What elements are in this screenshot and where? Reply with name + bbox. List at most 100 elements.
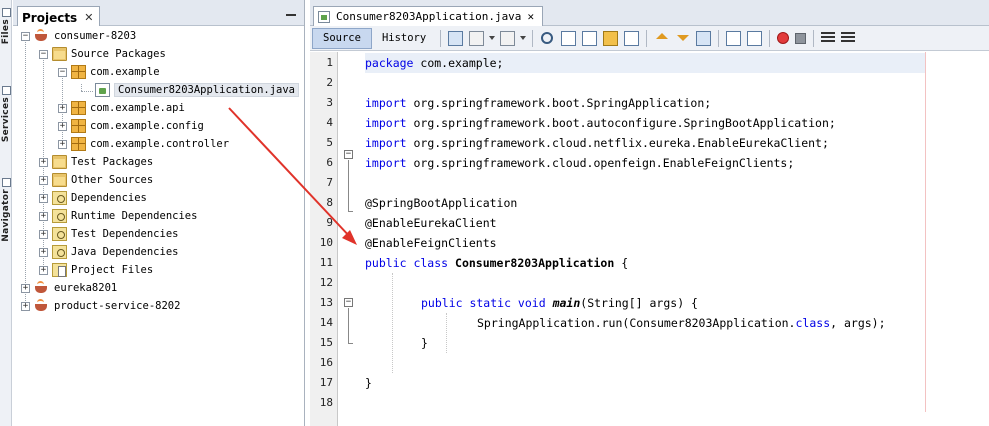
code-line-8[interactable]: @SpringBootApplication <box>365 193 517 213</box>
tree-item-source-packages[interactable]: − Source Packages <box>39 45 166 63</box>
dependencies-icon <box>52 227 67 241</box>
indent-guide <box>392 273 393 373</box>
tree-item-dependencies[interactable]: + Dependencies <box>39 189 147 207</box>
code-line-4[interactable]: import org.springframework.boot.autoconf… <box>365 113 836 133</box>
files-tab[interactable]: Files <box>0 8 12 44</box>
record-macro-icon[interactable] <box>777 32 790 44</box>
projects-tab[interactable]: Projects ✕ <box>17 6 101 26</box>
tree-item-java-dependencies[interactable]: + Java Dependencies <box>39 243 178 261</box>
minimize-icon[interactable] <box>286 14 296 16</box>
expand-icon[interactable]: + <box>58 103 67 113</box>
java-file-icon <box>318 10 330 23</box>
stop-macro-icon[interactable] <box>795 32 807 44</box>
expand-icon[interactable]: + <box>39 193 48 203</box>
tree-item-runtime-dependencies[interactable]: + Runtime Dependencies <box>39 207 197 225</box>
shift-right-icon[interactable] <box>747 30 763 46</box>
editor-pane: Consumer8203Application.java ✕ Source Hi… <box>310 0 989 426</box>
next-bookmark-icon[interactable] <box>675 31 690 46</box>
code-line-14[interactable]: SpringApplication.run(Consumer8203Applic… <box>477 313 886 333</box>
navigator-tab[interactable]: Navigator <box>0 178 12 242</box>
expand-icon[interactable]: + <box>39 157 48 167</box>
last-edit-icon[interactable] <box>448 30 464 46</box>
right-margin-line <box>925 52 926 412</box>
class-name: Consumer8203Application <box>455 256 615 270</box>
collapse-icon[interactable]: − <box>21 31 30 41</box>
line-number: 13 <box>319 296 333 309</box>
code-text: (String[] args) { <box>580 296 698 310</box>
toggle-rect-selection-icon[interactable] <box>624 30 640 46</box>
expand-icon[interactable]: + <box>58 139 67 149</box>
find-icon[interactable] <box>540 31 555 46</box>
tree-item-eureka8201[interactable]: + eureka8201 <box>21 279 117 297</box>
line-number: 12 <box>319 276 333 289</box>
services-icon <box>1 86 11 95</box>
tree-item-consumer-8203[interactable]: − consumer-8203 <box>21 27 136 45</box>
expand-icon[interactable]: + <box>39 265 48 275</box>
expand-icon[interactable]: + <box>39 211 48 221</box>
code-line-10[interactable]: @EnableFeignClients <box>365 233 497 253</box>
services-tab[interactable]: Services <box>0 86 12 142</box>
expand-icon[interactable]: + <box>39 175 48 185</box>
tree-item-label: Test Dependencies <box>71 228 179 240</box>
toggle-bookmark-icon[interactable] <box>696 30 712 46</box>
dependencies-icon <box>52 245 67 259</box>
code-line-5[interactable]: import org.springframework.cloud.netflix… <box>365 133 829 153</box>
uncomment-icon[interactable] <box>841 32 856 44</box>
expand-icon[interactable]: + <box>21 283 30 293</box>
forward-icon[interactable] <box>500 30 516 46</box>
find-next-icon[interactable] <box>582 30 598 46</box>
tree-item-com-example-controller[interactable]: + com.example.controller <box>58 135 229 153</box>
code-line-17[interactable]: } <box>365 373 372 393</box>
code-line-6[interactable]: import org.springframework.cloud.openfei… <box>365 153 794 173</box>
code-line-11[interactable]: public class Consumer8203Application { <box>365 253 628 273</box>
expand-icon[interactable]: + <box>58 121 67 131</box>
java-file-icon <box>95 83 110 97</box>
highlight-icon[interactable] <box>603 30 619 46</box>
history-button[interactable]: History <box>372 28 436 49</box>
code-line-9[interactable]: @EnableEurekaClient <box>365 213 497 233</box>
files-tab-label: Files <box>1 19 11 45</box>
back-icon[interactable] <box>469 30 485 46</box>
tree-item-other-sources[interactable]: + Other Sources <box>39 171 153 189</box>
close-icon[interactable]: ✕ <box>84 11 93 24</box>
editor-tabs: Consumer8203Application.java ✕ <box>310 0 989 26</box>
collapse-icon[interactable]: − <box>39 49 48 59</box>
tree-item-test-packages[interactable]: + Test Packages <box>39 153 153 171</box>
line-number: 7 <box>326 176 333 189</box>
line-number: 3 <box>326 96 333 109</box>
expand-icon[interactable]: + <box>39 247 48 257</box>
services-tab-label: Services <box>1 97 11 143</box>
code-line-3[interactable]: import org.springframework.boot.SpringAp… <box>365 93 711 113</box>
find-previous-icon[interactable] <box>561 30 577 46</box>
tree-item-label: eureka8201 <box>54 282 118 294</box>
code-line-15[interactable]: } <box>421 333 428 353</box>
tree-item-project-files[interactable]: + Project Files <box>39 261 153 279</box>
fold-line <box>348 211 353 212</box>
tab-consumer8203application-java[interactable]: Consumer8203Application.java ✕ <box>313 6 544 26</box>
chevron-down-icon[interactable] <box>489 36 496 40</box>
fold-collapse-icon[interactable]: − <box>344 150 353 159</box>
chevron-down-icon[interactable] <box>520 36 527 40</box>
close-icon[interactable]: ✕ <box>527 10 534 23</box>
maven-project-icon <box>34 29 50 43</box>
shift-left-icon[interactable] <box>726 30 742 46</box>
collapse-icon[interactable]: − <box>58 67 67 77</box>
tree-item-com-example-api[interactable]: + com.example.api <box>58 99 185 117</box>
previous-bookmark-icon[interactable] <box>654 31 669 46</box>
fold-collapse-icon[interactable]: − <box>344 298 353 307</box>
expand-icon[interactable]: + <box>21 301 30 311</box>
line-number: 6 <box>326 156 333 169</box>
tree-item-product-service-8202[interactable]: + product-service-8202 <box>21 297 180 315</box>
fold-line <box>348 160 349 211</box>
comment-icon[interactable] <box>821 32 836 44</box>
tree-item-test-dependencies[interactable]: + Test Dependencies <box>39 225 178 243</box>
expand-icon[interactable]: + <box>39 229 48 239</box>
keyword: import <box>365 96 407 110</box>
tree-item-com-example-config[interactable]: + com.example.config <box>58 117 204 135</box>
code-line-1[interactable]: package com.example; <box>365 53 925 73</box>
code-line-13[interactable]: public static void main(String[] args) { <box>421 293 698 313</box>
source-button[interactable]: Source <box>312 27 372 49</box>
toolbar-separator <box>813 29 815 47</box>
tree-item-com-example[interactable]: − com.example <box>58 63 160 81</box>
tree-item-consumer8203application-java[interactable]: Consumer8203Application.java <box>95 81 300 99</box>
